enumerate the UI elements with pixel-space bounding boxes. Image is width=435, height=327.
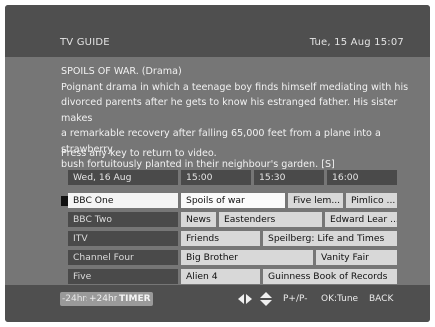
left-right-arrows-icon: [238, 294, 252, 304]
programme-cell[interactable]: Eastenders: [219, 212, 322, 227]
programme-cell[interactable]: Pimlico ...: [346, 193, 397, 208]
programme-cell[interactable]: Edward Lear ...: [325, 212, 397, 227]
programme-cell[interactable]: Speilberg: Life and Times: [263, 231, 397, 246]
grid-date: Wed, 16 Aug: [68, 170, 178, 185]
programme-cell[interactable]: Alien 4: [181, 269, 260, 284]
programme-cell[interactable]: Big Brother: [181, 250, 313, 265]
channel-bbc-two[interactable]: BBC Two: [68, 212, 178, 227]
ok-tune-hint: OK:Tune: [321, 294, 359, 304]
programme-cell[interactable]: Spoils of war: [181, 193, 285, 208]
programme-cell[interactable]: News: [181, 212, 216, 227]
footer-bar: -24hrs +24hrs TIMER P+/P- OK:Tune BACK: [5, 285, 430, 322]
programme-cell[interactable]: Friends: [181, 231, 260, 246]
programme-cell[interactable]: Five lem...: [288, 193, 343, 208]
programme-cell[interactable]: Vanity Fair: [316, 250, 397, 265]
epg-grid: Wed, 16 Aug 15:00 15:30 16:00 BBC One Sp…: [5, 5, 430, 322]
tv-guide-screen: TV GUIDE Tue, 15 Aug 15:07 SPOILS OF WAR…: [5, 5, 430, 322]
channel-itv[interactable]: ITV: [68, 231, 178, 246]
time-slot-header: 15:30: [254, 170, 324, 185]
timer-button[interactable]: TIMER: [117, 292, 153, 306]
channel-channel-four[interactable]: Channel Four: [68, 250, 178, 265]
time-slot-header: 15:00: [181, 170, 251, 185]
time-slot-header: 16:00: [327, 170, 397, 185]
channel-bbc-one[interactable]: BBC One: [68, 193, 178, 208]
back-hint: BACK: [369, 294, 394, 304]
up-down-arrows-icon: [260, 292, 272, 306]
channel-five[interactable]: Five: [68, 269, 178, 284]
programme-cell[interactable]: Guinness Book of Records: [263, 269, 397, 284]
page-hint: P+/P-: [283, 294, 308, 304]
